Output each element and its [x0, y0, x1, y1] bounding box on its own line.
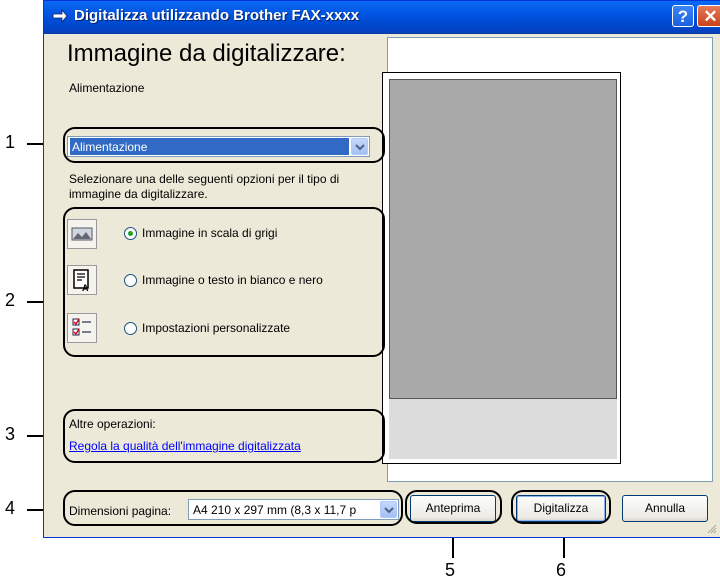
close-button[interactable]: ✕ — [697, 5, 720, 27]
callout-box-4 — [63, 490, 403, 526]
callout-6: 6 — [556, 560, 567, 580]
callout-box-5 — [405, 490, 502, 524]
scanner-arrow-icon — [52, 8, 68, 24]
preview-scan-area — [389, 79, 617, 399]
instructions-line-1: Selezionare una delle seguenti opzioni p… — [69, 172, 340, 186]
callout-1: 1 — [5, 132, 16, 152]
resize-grip-icon[interactable] — [707, 524, 717, 534]
title-bar: Digitalizza utilizzando Brother FAX-xxxx… — [44, 1, 720, 34]
cancel-button[interactable]: Annulla — [622, 495, 708, 522]
instructions-line-2: immagine da digitalizzare. — [69, 187, 208, 201]
callout-box-3 — [63, 409, 385, 463]
callout-5: 5 — [445, 560, 456, 580]
callout-box-6 — [511, 490, 611, 524]
callout-2: 2 — [5, 290, 16, 310]
callout-box-2 — [63, 207, 385, 357]
callout-3: 3 — [5, 424, 16, 444]
help-button[interactable]: ? — [672, 5, 694, 27]
source-label: Alimentazione — [69, 81, 145, 95]
callout-box-1 — [63, 127, 385, 163]
preview-page-blank-area — [389, 399, 617, 459]
window-title: Digitalizza utilizzando Brother FAX-xxxx — [74, 7, 360, 24]
callout-4: 4 — [5, 498, 16, 518]
page-title: Immagine da digitalizzare: — [67, 40, 346, 67]
